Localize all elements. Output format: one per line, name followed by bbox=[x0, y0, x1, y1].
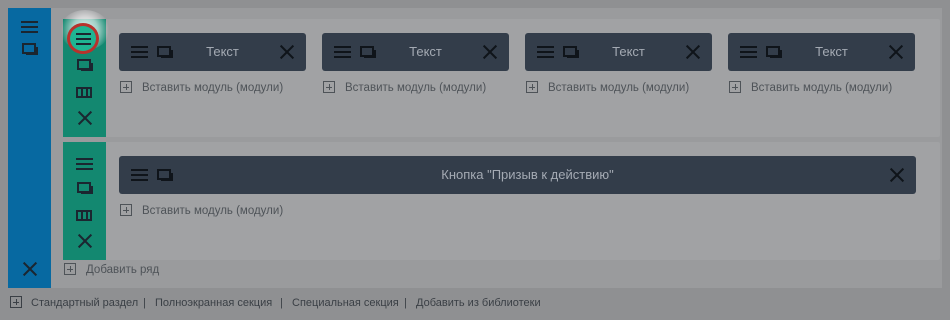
module-label: Текст bbox=[612, 44, 645, 59]
close-icon[interactable] bbox=[889, 45, 903, 59]
drag-handle-icon[interactable] bbox=[740, 46, 757, 58]
drag-handle-icon[interactable] bbox=[537, 46, 554, 58]
specialty-section-link[interactable]: Специальная секция bbox=[292, 297, 399, 309]
module-text[interactable]: Текст bbox=[322, 33, 509, 71]
duplicate-icon[interactable] bbox=[157, 46, 173, 58]
duplicate-icon[interactable] bbox=[77, 182, 93, 194]
module-text[interactable]: Текст bbox=[525, 33, 712, 71]
module-label: Текст bbox=[815, 44, 848, 59]
module-label: Кнопка "Призыв к действию" bbox=[441, 167, 614, 182]
close-icon[interactable] bbox=[686, 45, 700, 59]
insert-module-label: Вставить модуль (модули) bbox=[345, 82, 487, 94]
add-row-label: Добавить ряд bbox=[86, 264, 160, 276]
module-label: Текст bbox=[409, 44, 442, 59]
duplicate-icon[interactable] bbox=[22, 43, 38, 55]
standard-section-link[interactable]: Стандартный раздел bbox=[31, 297, 138, 309]
separator: | bbox=[404, 297, 407, 309]
plus-icon bbox=[120, 81, 132, 93]
module-cta-button[interactable]: Кнопка "Призыв к действию" bbox=[119, 156, 916, 194]
duplicate-icon[interactable] bbox=[157, 169, 173, 181]
close-icon[interactable] bbox=[890, 168, 904, 182]
duplicate-icon[interactable] bbox=[360, 46, 376, 58]
duplicate-icon[interactable] bbox=[563, 46, 579, 58]
drag-handle-icon[interactable] bbox=[131, 46, 148, 58]
fullwidth-section-link[interactable]: Полноэкранная секция bbox=[155, 297, 272, 309]
section-toolbar bbox=[8, 8, 51, 288]
row-2-toolbar bbox=[63, 142, 106, 260]
insert-module-label: Вставить модуль (модули) bbox=[751, 82, 893, 94]
duplicate-icon[interactable] bbox=[766, 46, 782, 58]
separator: | bbox=[280, 297, 283, 309]
plus-icon bbox=[120, 204, 132, 216]
separator: | bbox=[143, 297, 146, 309]
close-icon[interactable] bbox=[78, 234, 92, 248]
plus-icon bbox=[10, 296, 22, 308]
close-icon[interactable] bbox=[483, 45, 497, 59]
plus-icon bbox=[729, 81, 741, 93]
plus-icon bbox=[323, 81, 335, 93]
columns-icon[interactable] bbox=[76, 87, 92, 98]
menu-icon[interactable] bbox=[21, 21, 38, 33]
insert-module-label: Вставить модуль (модули) bbox=[142, 205, 284, 217]
insert-module-label: Вставить модуль (модули) bbox=[548, 82, 690, 94]
close-icon[interactable] bbox=[280, 45, 294, 59]
drag-handle-icon[interactable] bbox=[131, 169, 148, 181]
close-icon[interactable] bbox=[78, 111, 92, 125]
drag-handle-icon[interactable] bbox=[334, 46, 351, 58]
module-text[interactable]: Текст bbox=[119, 33, 306, 71]
row-menu-button-highlighted[interactable] bbox=[67, 23, 99, 54]
module-text[interactable]: Текст bbox=[728, 33, 915, 71]
duplicate-icon[interactable] bbox=[77, 59, 93, 71]
insert-module-label: Вставить модуль (модули) bbox=[142, 82, 284, 94]
add-from-library-link[interactable]: Добавить из библиотеки bbox=[416, 297, 541, 309]
menu-icon bbox=[76, 33, 91, 45]
plus-icon bbox=[526, 81, 538, 93]
footer-add-section-bar: Стандартный раздел | Полноэкранная секци… bbox=[10, 296, 610, 312]
menu-icon[interactable] bbox=[76, 158, 93, 170]
columns-icon[interactable] bbox=[76, 210, 92, 221]
module-label: Текст bbox=[206, 44, 239, 59]
plus-icon bbox=[64, 263, 76, 275]
close-icon[interactable] bbox=[23, 262, 37, 276]
